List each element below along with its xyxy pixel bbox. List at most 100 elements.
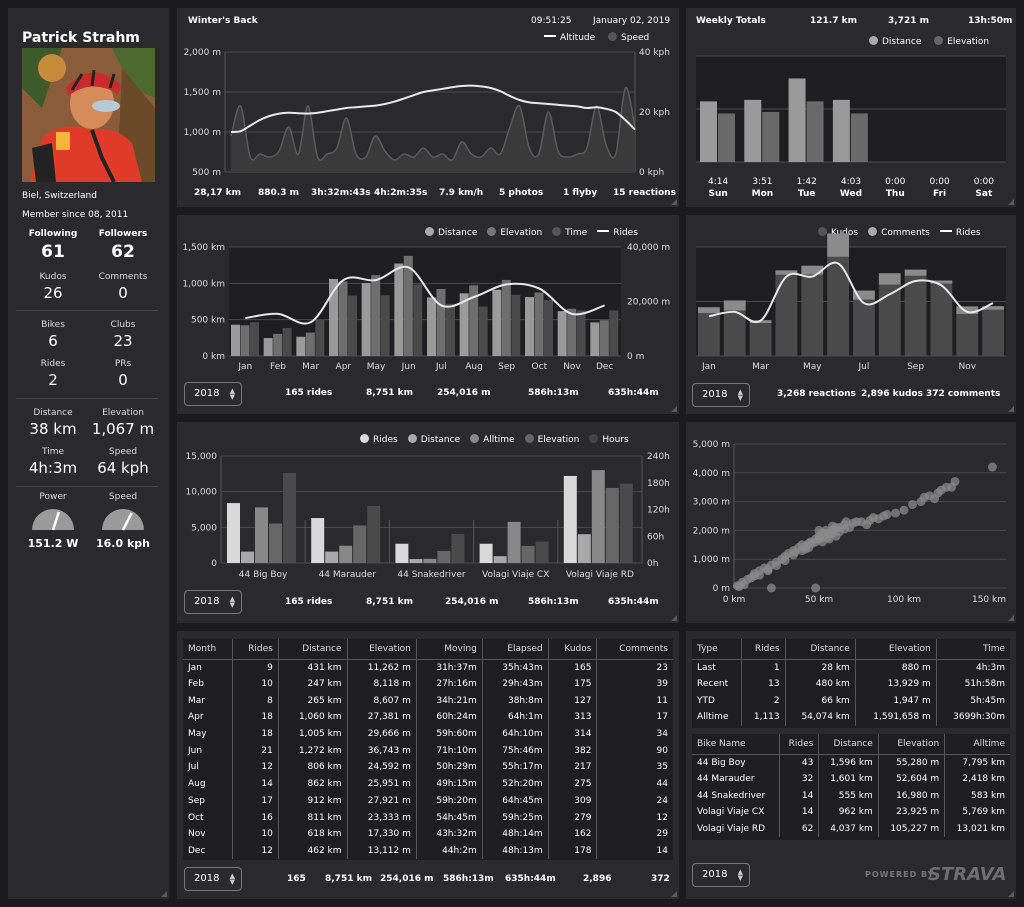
time-value: 4h:3m xyxy=(28,459,78,477)
table-row[interactable]: 44 Big Boy 43 1,596 km 55,280 m 7,795 km xyxy=(692,754,1010,771)
table-cell: 880 m xyxy=(854,659,937,676)
bikes-year-select[interactable]: 2018 ▲ ▼ xyxy=(184,590,242,614)
table-cell: 17 xyxy=(232,792,279,810)
athlete-name[interactable]: Patrick Strahm xyxy=(22,30,140,46)
table-year-select[interactable]: 2018 ▲ ▼ xyxy=(184,867,242,891)
followers-count[interactable]: 62 xyxy=(88,242,158,262)
monthly-year-select[interactable]: 2018 ▲ ▼ xyxy=(184,382,242,406)
comments-count: 0 xyxy=(118,284,128,302)
monthly-summary-4: 635h:44m xyxy=(608,388,659,398)
x-tick-label: Thu xyxy=(886,189,905,199)
table-row[interactable]: Volagi Viaje RD 62 4,037 km 105,227 m 13,021… xyxy=(692,820,1010,838)
scatter-point xyxy=(814,525,824,535)
table-cell: 5,769 km xyxy=(944,804,1010,821)
month-table: Month Rides Distance Elevation Moving Elapsed… xyxy=(183,639,673,860)
column-header[interactable]: Distance xyxy=(277,639,348,660)
table-row[interactable]: Dec 12 462 km 13,112 m 44h:2m 48h:13m 178 14 xyxy=(183,842,673,860)
table-cell: 51h:58m xyxy=(935,675,1010,693)
table-cell: 27h:16m xyxy=(415,675,483,693)
column-header[interactable]: Alltime xyxy=(944,734,1010,755)
ride-stat-6: 1 flyby xyxy=(563,188,598,198)
bar-distance xyxy=(557,311,567,356)
table-row[interactable]: 44 Snakedriver 14 555 km 16,980 m 583 km xyxy=(692,787,1010,805)
bar-alltime xyxy=(423,558,437,563)
bike-year-select[interactable]: 2018 ▲ ▼ xyxy=(692,863,750,887)
table-row[interactable]: Feb 10 247 km 8,118 m 27h:16m 29h:43m 175 39 xyxy=(183,675,673,693)
table-cell: 54h:45m xyxy=(415,809,483,826)
ride-stat-5: 5 photos xyxy=(499,188,544,198)
table-row[interactable]: 44 Marauder 32 1,601 km 52,604 m 2,418 km xyxy=(692,770,1010,788)
scatter-point xyxy=(790,547,800,557)
column-header[interactable]: Distance xyxy=(784,639,856,660)
table-row[interactable]: May 18 1,005 km 29,666 m 59h:60m 64h:10m 314 34 xyxy=(183,725,673,743)
bar-comments xyxy=(904,269,927,276)
table-cell: 555 km xyxy=(818,787,879,805)
y-tick-label: 5,000 xyxy=(191,523,217,533)
table-cell: 13 xyxy=(741,675,786,693)
table-row[interactable]: Sep 17 912 km 27,921 m 59h:20m 64h:45m 309 24 xyxy=(183,792,673,810)
ride-stat-0: 28,17 km xyxy=(194,188,241,198)
table-cell: 14 xyxy=(596,842,673,860)
table-row[interactable]: Oct 16 811 km 23,333 m 54h:45m 59h:25m 279 12 xyxy=(183,809,673,826)
table-cell: 39 xyxy=(596,675,673,693)
table-row[interactable]: Recent 13 480 km 13,929 m 51h:58m xyxy=(692,675,1010,693)
table-row[interactable]: Nov 10 618 km 17,330 m 43h:32m 48h:14m 162 29 xyxy=(183,825,673,843)
column-header[interactable]: Elevation xyxy=(877,734,945,755)
table-row[interactable]: YTD 2 66 km 1,947 m 5h:45m xyxy=(692,692,1010,710)
table-cell: 12 xyxy=(232,842,279,860)
bar-hours xyxy=(283,472,296,563)
column-header[interactable]: Moving xyxy=(415,639,483,660)
table-row[interactable]: Last 1 28 km 880 m 4h:3m xyxy=(692,659,1010,676)
column-header[interactable]: Kudos xyxy=(547,639,597,660)
x-tick-label: Jul xyxy=(857,362,869,372)
scatter-point xyxy=(987,462,997,472)
bar-distance xyxy=(525,297,534,356)
column-header[interactable]: Elapsed xyxy=(481,639,549,660)
scatter-point xyxy=(862,520,872,530)
table-row[interactable]: Jan 9 431 km 11,262 m 31h:37m 35h:43m 165 23 xyxy=(183,659,673,676)
table-cell: Jul xyxy=(188,762,199,773)
table-cell: 29 xyxy=(596,825,673,843)
column-header[interactable]: Rides xyxy=(232,639,279,660)
column-header[interactable]: Elevation xyxy=(346,639,417,660)
y-tick-label: 0 km xyxy=(202,352,225,362)
column-header[interactable]: Bike Name xyxy=(692,734,780,755)
table-cell: 75h:46m xyxy=(481,742,549,760)
elevation-value: 1,067 m xyxy=(91,420,155,438)
strava-logo[interactable]: STRAVA xyxy=(928,864,1006,885)
table-row[interactable]: Jul 12 806 km 24,592 m 50h:29m 55h:17m 217 35 xyxy=(183,759,673,776)
table-row[interactable]: Aug 14 862 km 25,951 m 49h:15m 52h:20m 275 44 xyxy=(183,775,673,793)
table-cell: 24,592 m xyxy=(346,759,417,776)
bar-comments xyxy=(878,273,901,285)
column-header[interactable]: Elevation xyxy=(854,639,937,660)
social-year-select[interactable]: 2018 ▲ ▼ xyxy=(692,383,750,407)
column-header[interactable]: Comments xyxy=(596,639,673,660)
table-cell: 32 xyxy=(778,770,819,788)
athlete-avatar[interactable] xyxy=(22,48,155,182)
totals-table-panel: Type Rides Distance Elevation Time Last 1 28 km… xyxy=(686,631,1016,899)
x-tick-label: Jun xyxy=(401,362,416,372)
table-row[interactable]: Jun 21 1,272 km 36,743 m 71h:10m 75h:46m 382 90 xyxy=(183,742,673,760)
column-header[interactable]: Rides xyxy=(778,734,819,755)
rides-label: Rides xyxy=(40,359,66,369)
x-tick-label: Nov xyxy=(958,362,976,372)
column-header[interactable]: Rides xyxy=(741,639,786,660)
monthly-summary-0: 165 rides xyxy=(285,388,333,398)
column-header[interactable]: Month xyxy=(183,639,233,660)
elevation-label: Elevation xyxy=(102,408,144,418)
following-count[interactable]: 61 xyxy=(18,242,88,262)
table-header-row: Type Rides Distance Elevation Time xyxy=(692,639,1010,660)
table-row[interactable]: Volagi Viaje CX 14 962 km 23,925 m 5,769 km xyxy=(692,804,1010,821)
table-cell: 59h:25m xyxy=(481,809,549,826)
x-tick-label: Sun xyxy=(708,189,727,199)
column-header[interactable]: Type xyxy=(692,639,742,660)
ride-stat-3: 4h:2m:35s xyxy=(374,188,428,198)
scatter-point xyxy=(936,485,946,495)
column-header[interactable]: Time xyxy=(935,639,1010,660)
table-row[interactable]: Mar 8 265 km 8,607 m 34h:21m 38h:8m 127 11 xyxy=(183,692,673,710)
table-row[interactable]: Alltime 1,113 54,074 km 1,591,658 m 3699h:30… xyxy=(692,709,1010,726)
table-cell: 44 Snakedriver xyxy=(697,790,766,801)
column-header[interactable]: Distance xyxy=(818,734,879,755)
ride-profile-chart: 2,000 m 1,500 m 1,000 m 500 m 40 kph 20 kph 0 … xyxy=(184,48,670,178)
table-row[interactable]: Apr 18 1,060 km 27,381 m 60h:24m 64h:1m 313 17 xyxy=(183,709,673,726)
